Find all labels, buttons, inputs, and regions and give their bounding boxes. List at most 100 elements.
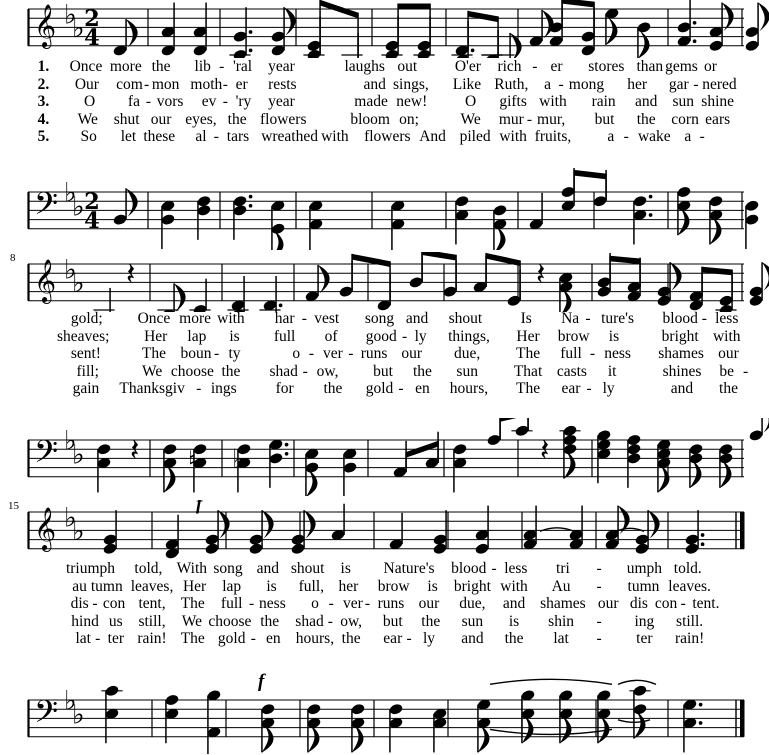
lyric-syllable: Au	[551, 577, 571, 595]
lyric-syllable: ow,	[316, 362, 339, 380]
lyric-syllable: ty	[228, 345, 241, 362]
lyric-syllable: still.	[676, 612, 704, 630]
lyric-syllable: rests	[268, 75, 297, 93]
lyric-syllable: and	[634, 93, 658, 110]
lyric-syllable: bloom	[350, 110, 390, 128]
lyric-syllable: -	[222, 75, 228, 93]
lyric-syllable: hours,	[295, 630, 335, 647]
lyric-syllable: shames	[658, 345, 704, 362]
lyric-syllable: com	[116, 75, 143, 93]
lyric-syllable: and	[405, 310, 429, 327]
lyric-syllable: o	[292, 345, 301, 362]
lyric-syllable: ear	[561, 380, 581, 397]
treble-stave-system-2: 8𝄞 ♭♭ 𝄽 𝄽	[10, 252, 769, 312]
lyric-syllable: mur,	[537, 110, 566, 128]
music-sheet: 𝄞 ♭ ♭ 2 4 1. Once more the lib -'ral year laughs out…	[0, 0, 769, 755]
lyric-syllable: gold	[217, 630, 246, 647]
lyric-syllable: due,	[454, 345, 481, 362]
lyric-syllable: ing	[634, 612, 655, 630]
lyric-syllable: -	[327, 612, 333, 630]
svg-text:𝄞: 𝄞	[34, 258, 56, 304]
lyric-syllable: -	[219, 58, 225, 75]
lyric-syllable: The	[180, 630, 205, 647]
lyric-syllable: choose	[208, 612, 252, 630]
svg-text:♭: ♭	[72, 516, 85, 547]
lyric-syllable: con	[102, 595, 126, 612]
lyric-syllable: -	[623, 128, 629, 145]
lyric-syllable: with	[499, 128, 527, 145]
lyric-syllable: good	[365, 327, 397, 345]
lyric-syllable: er	[550, 58, 563, 75]
lyric-syllable: -	[92, 595, 98, 612]
lyric-syllable: moth	[190, 75, 223, 93]
lyric-syllable: rain!	[674, 630, 705, 647]
svg-text:4: 4	[84, 25, 100, 51]
lyric-syllable: shine	[701, 93, 735, 110]
lyric-syllable: these	[143, 128, 176, 145]
lyric-syllable: out	[397, 58, 418, 75]
lyric-syllable: Like	[452, 75, 482, 93]
dynamic-forte-bass: f	[258, 671, 266, 692]
lyric-syllable: ter	[636, 630, 653, 647]
lyric-syllable: shut	[113, 110, 140, 128]
lyric-syllable: -	[364, 595, 371, 612]
lyric-line-verse-2: sheaves; Her lap is full of good - ly things, Her b…	[0, 328, 769, 346]
lyric-syllable: our	[597, 595, 619, 612]
lyric-syllable: shad	[295, 612, 324, 630]
verse-number: 5.	[37, 128, 50, 145]
lyric-syllable: our	[418, 595, 440, 612]
lyric-line-verse-5: 5. So let these al - tars wreathed with flowers An…	[0, 128, 769, 146]
treble-stave-system-3: 15𝄞 ♭♭f	[8, 500, 745, 559]
lyric-syllable: the	[636, 110, 656, 128]
system-1: 𝄞 ♭ ♭ 2 4	[0, 0, 769, 58]
lyric-syllable: Is	[520, 310, 532, 327]
lyric-syllable: -	[328, 595, 334, 612]
lyric-syllable: her	[338, 577, 359, 595]
lyric-syllable: vors	[156, 93, 184, 110]
lyric-syllable: O	[83, 93, 96, 110]
lyric-syllable: a	[544, 75, 551, 93]
lyric-syllable: ver	[343, 595, 363, 612]
lyric-line-verse-3: dis - con tent, The full - ness o - ver - runs our due…	[0, 595, 769, 613]
svg-text:𝄽: 𝄽	[126, 257, 135, 292]
lyric-syllable: -	[680, 595, 686, 612]
lyric-syllable: brow	[557, 327, 590, 345]
bass-system-3: 𝄢 ♭ ♭ f	[0, 668, 769, 754]
lyric-syllable: and	[461, 630, 484, 647]
lyric-syllable: -	[406, 630, 412, 647]
lyric-syllable: runs	[377, 595, 405, 612]
lyric-syllable: sent!	[70, 345, 101, 362]
bass-system-2: 𝄢 ♭ ♭ 𝄽 ♮ ♭ 𝄽	[0, 418, 769, 496]
lyric-syllable: rich	[497, 58, 522, 75]
lyric-syllable: -	[95, 630, 101, 647]
lyric-syllable: sun	[456, 362, 478, 380]
lyric-syllable: mur	[498, 110, 524, 128]
lyric-syllable: -	[401, 327, 408, 345]
lyric-syllable: triumph	[65, 560, 116, 577]
lyric-syllable: dis	[629, 595, 648, 612]
lyric-syllable: 'ral	[232, 58, 253, 75]
lyrics-system-2: gold; Once more with har - vest song and shout Is N…	[0, 310, 769, 398]
lyric-syllable: blood	[451, 560, 487, 577]
lyric-syllable: ness	[604, 345, 631, 362]
lyric-syllable: Thanksgiv	[119, 380, 185, 397]
lyric-syllable: fa	[127, 93, 140, 110]
lyric-syllable: song	[213, 560, 243, 577]
lyric-syllable: lib	[194, 58, 211, 75]
lyric-syllable: shad	[269, 362, 298, 380]
lyric-syllable: brow	[377, 577, 410, 595]
svg-text:♭: ♭	[232, 444, 245, 475]
svg-text:♭: ♭	[72, 699, 85, 730]
lyric-syllable: vest	[314, 310, 340, 327]
lyric-syllable: year	[268, 58, 295, 75]
lyric-syllable: -	[596, 612, 602, 630]
lyric-syllable: -	[586, 380, 592, 397]
lyric-syllable: for	[275, 380, 294, 397]
lyric-syllable: laughs	[344, 58, 385, 75]
bass-stave-system-2: 𝄢 ♭♭ 𝄽 ♮ ♭ 𝄽	[27, 418, 769, 496]
lyric-line-verse-2: 2. Our com - mon moth - er rests and sings, Like Rut…	[0, 76, 769, 94]
lyric-syllable: -	[144, 75, 150, 93]
lyric-syllable: -	[222, 93, 228, 110]
lyric-syllable: sun	[672, 93, 695, 110]
lyric-syllable: gain	[72, 380, 100, 397]
